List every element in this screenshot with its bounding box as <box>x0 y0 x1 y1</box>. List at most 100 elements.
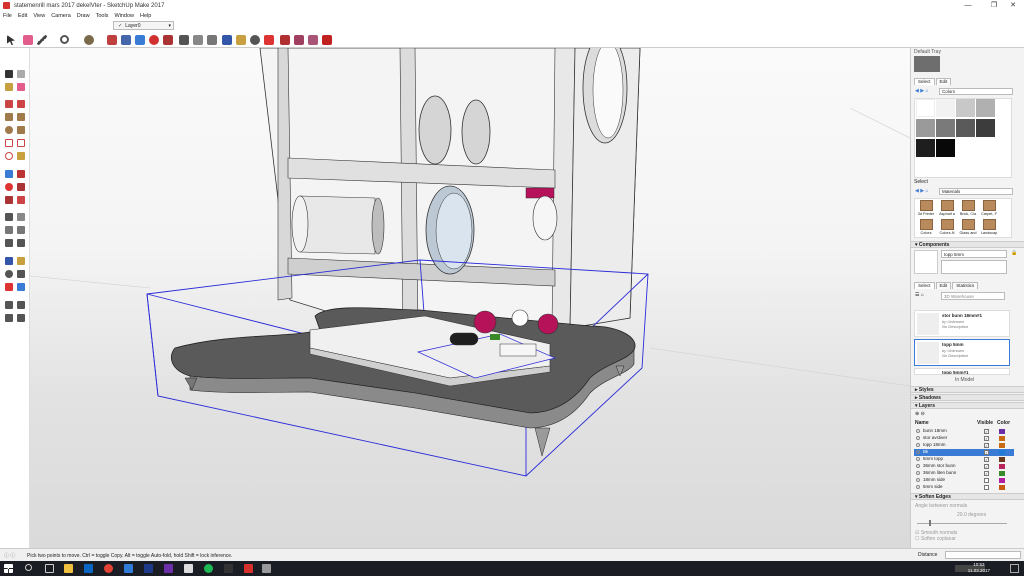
info-icon[interactable]: ⓘ ⓘ <box>4 552 15 559</box>
layer-row[interactable]: 36mm liten bunn ✓ <box>914 470 1014 477</box>
section-plane-icon[interactable] <box>17 314 25 322</box>
text-icon[interactable] <box>17 226 25 234</box>
share-model-icon[interactable] <box>294 35 304 45</box>
circle-icon[interactable] <box>5 126 13 134</box>
premiere-icon[interactable] <box>164 564 173 573</box>
app-icon-gray[interactable] <box>262 564 271 573</box>
colors-tab-edit[interactable]: Edit <box>935 78 952 85</box>
layer-visible-checkbox[interactable] <box>984 478 989 483</box>
file-explorer-icon[interactable] <box>64 564 73 573</box>
menu-file[interactable]: File <box>3 13 12 19</box>
colors-tab-select[interactable]: Select <box>914 78 935 85</box>
orbit-tool-icon[interactable] <box>222 35 232 45</box>
follow-me-side-icon[interactable] <box>17 183 25 191</box>
move-icon[interactable] <box>5 170 13 178</box>
layer-row[interactable]: stor avstiver ✓ <box>914 435 1014 442</box>
material-landscape[interactable]: Landscap <box>979 219 999 239</box>
components-header[interactable]: ▾ Components <box>911 241 1024 248</box>
sketchup-taskbar-icon[interactable] <box>244 564 253 573</box>
active-layer-radio[interactable] <box>916 436 920 440</box>
components-tab-edit[interactable]: Edit <box>935 282 952 289</box>
menu-tools[interactable]: Tools <box>96 13 109 19</box>
make-component-icon[interactable] <box>17 70 25 78</box>
material-colors-named[interactable]: Colors-N <box>937 219 957 239</box>
layer-visible-checkbox[interactable]: ✓ <box>984 471 989 476</box>
store-icon[interactable] <box>84 564 93 573</box>
layer-color-swatch[interactable] <box>999 471 1005 476</box>
menu-window[interactable]: Window <box>114 13 134 19</box>
layer-visible-checkbox[interactable]: ✓ <box>984 464 989 469</box>
layer-visible-checkbox[interactable]: ✓ <box>984 429 989 434</box>
layer-color-swatch[interactable] <box>999 464 1005 469</box>
app-icon-blue[interactable] <box>124 564 133 573</box>
chrome-icon[interactable] <box>104 564 113 573</box>
layer-visible-checkbox[interactable]: ✓ <box>984 436 989 441</box>
text-tool-icon[interactable] <box>207 35 217 45</box>
components-tab-select[interactable]: Select <box>914 282 935 289</box>
eraser-tool-icon[interactable] <box>23 35 33 45</box>
zoom-window-icon[interactable] <box>17 270 25 278</box>
current-layer-select[interactable]: ✓ Layer0 ▾ <box>113 21 174 30</box>
swatch-light-1[interactable] <box>936 99 955 117</box>
layer-color-swatch[interactable] <box>999 478 1005 483</box>
styles-header[interactable]: ▸ Styles <box>911 386 1024 393</box>
component-name-field[interactable]: topp 5mm <box>941 250 1007 258</box>
layer-color-swatch[interactable] <box>999 436 1005 441</box>
active-layer-radio[interactable] <box>916 429 920 433</box>
materials-nav-icon[interactable]: ◀ ▶ ⌂ <box>915 188 929 194</box>
speaker-cabinet[interactable] <box>259 48 641 339</box>
position-camera-icon[interactable] <box>5 301 13 309</box>
freehand-icon[interactable] <box>17 100 25 108</box>
layer-color-swatch[interactable] <box>999 429 1005 434</box>
soften-edges-header[interactable]: ▾ Soften Edges <box>911 493 1024 500</box>
paint-bucket-icon[interactable] <box>84 35 94 45</box>
line-tool-icon[interactable] <box>37 35 47 45</box>
component-description-field[interactable] <box>941 260 1007 274</box>
menu-camera[interactable]: Camera <box>51 13 71 19</box>
menu-view[interactable]: View <box>33 13 45 19</box>
ruby-console-icon[interactable] <box>322 35 332 45</box>
layer-row[interactable]: bunn 18mm ✓ <box>914 428 1014 435</box>
scale-tool-icon[interactable] <box>163 35 173 45</box>
taskbar-clock[interactable]: 10:53 11.03.2017 <box>968 562 990 574</box>
line-icon[interactable] <box>5 100 13 108</box>
move-tool-icon[interactable] <box>135 35 145 45</box>
rectangle-icon[interactable] <box>5 113 13 121</box>
swatch-light-3[interactable] <box>976 99 995 117</box>
windows-start-icon[interactable] <box>4 564 13 573</box>
search-icon[interactable] <box>25 564 32 571</box>
tape-measure-icon[interactable] <box>179 35 189 45</box>
angle-slider-thumb[interactable] <box>929 520 931 526</box>
dimensions-icon[interactable] <box>17 213 25 221</box>
layer-visible-checkbox[interactable] <box>984 485 989 490</box>
axes-icon[interactable] <box>5 239 13 247</box>
swatch-dark-1[interactable] <box>916 139 935 157</box>
push-pull-icon[interactable] <box>107 35 117 45</box>
eraser-icon[interactable] <box>17 83 25 91</box>
spotify-icon[interactable] <box>204 564 213 573</box>
minimize-button[interactable]: — <box>957 0 979 11</box>
look-around-icon[interactable] <box>17 301 25 309</box>
follow-me-icon[interactable] <box>121 35 131 45</box>
layer-color-swatch[interactable] <box>999 457 1005 462</box>
extension-warehouse-icon[interactable] <box>308 35 318 45</box>
arc-icon[interactable] <box>5 139 13 147</box>
notification-icon[interactable] <box>1010 564 1019 573</box>
select-icon[interactable] <box>5 70 13 78</box>
orbit-icon[interactable] <box>5 257 13 265</box>
3d-viewport[interactable] <box>30 48 910 548</box>
material-asphalt[interactable]: Asphalt a <box>937 200 957 220</box>
tape-icon[interactable] <box>5 213 13 221</box>
shadows-header[interactable]: ▸ Shadows <box>911 394 1024 401</box>
active-layer-radio[interactable] <box>916 450 920 454</box>
soften-coplanar-checkbox[interactable]: ☐ Soften coplanar <box>915 536 956 542</box>
component-item[interactable]: topp 5mm#1 <box>914 368 1010 375</box>
swatch-white[interactable] <box>916 99 935 117</box>
current-material-preview[interactable] <box>914 56 940 72</box>
material-glass[interactable]: Glass and <box>958 219 978 239</box>
walk-icon[interactable] <box>5 314 13 322</box>
layer-row[interactable]: Bk ✓ <box>914 449 1014 456</box>
calculator-icon[interactable] <box>184 564 193 573</box>
photoshop-icon[interactable] <box>144 564 153 573</box>
material-3d-printer[interactable]: 3d Printer <box>916 200 936 220</box>
